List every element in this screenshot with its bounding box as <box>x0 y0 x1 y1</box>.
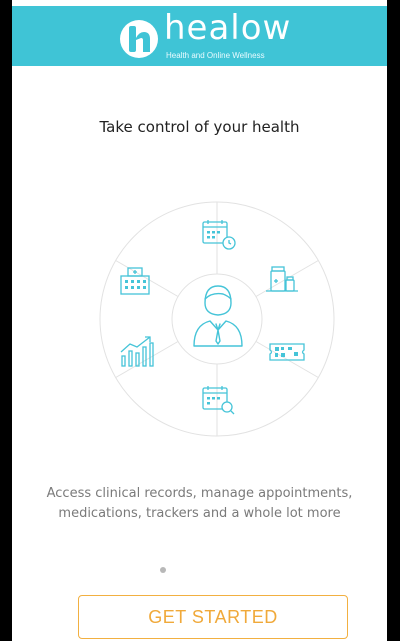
get-started-button[interactable]: GET STARTED <box>78 595 348 639</box>
brand-logo: healow Health and Online Wellness <box>118 8 318 60</box>
brand-name: healow <box>164 8 292 48</box>
brand-tagline: Health and Online Wellness <box>166 51 265 60</box>
feature-description: Access clinical records, manage appointm… <box>12 484 387 524</box>
hospital-icon <box>120 267 150 295</box>
description-line-2: medications, trackers and a whole lot mo… <box>58 506 341 521</box>
calendar-clock-icon <box>202 220 236 250</box>
app-screen: healow Health and Online Wellness Take c… <box>12 0 387 641</box>
calendar-search-icon <box>202 386 235 415</box>
healow-logo-icon <box>120 20 158 58</box>
app-header: healow Health and Online Wellness <box>12 6 387 66</box>
description-line-1: Access clinical records, manage appointm… <box>46 486 353 501</box>
onboarding-headline: Take control of your health <box>99 118 300 136</box>
trend-chart-icon <box>120 336 154 367</box>
features-wheel <box>99 201 335 437</box>
medications-icon <box>266 266 298 292</box>
doctor-icon <box>193 285 243 347</box>
page-indicator-dot[interactable] <box>160 567 166 573</box>
